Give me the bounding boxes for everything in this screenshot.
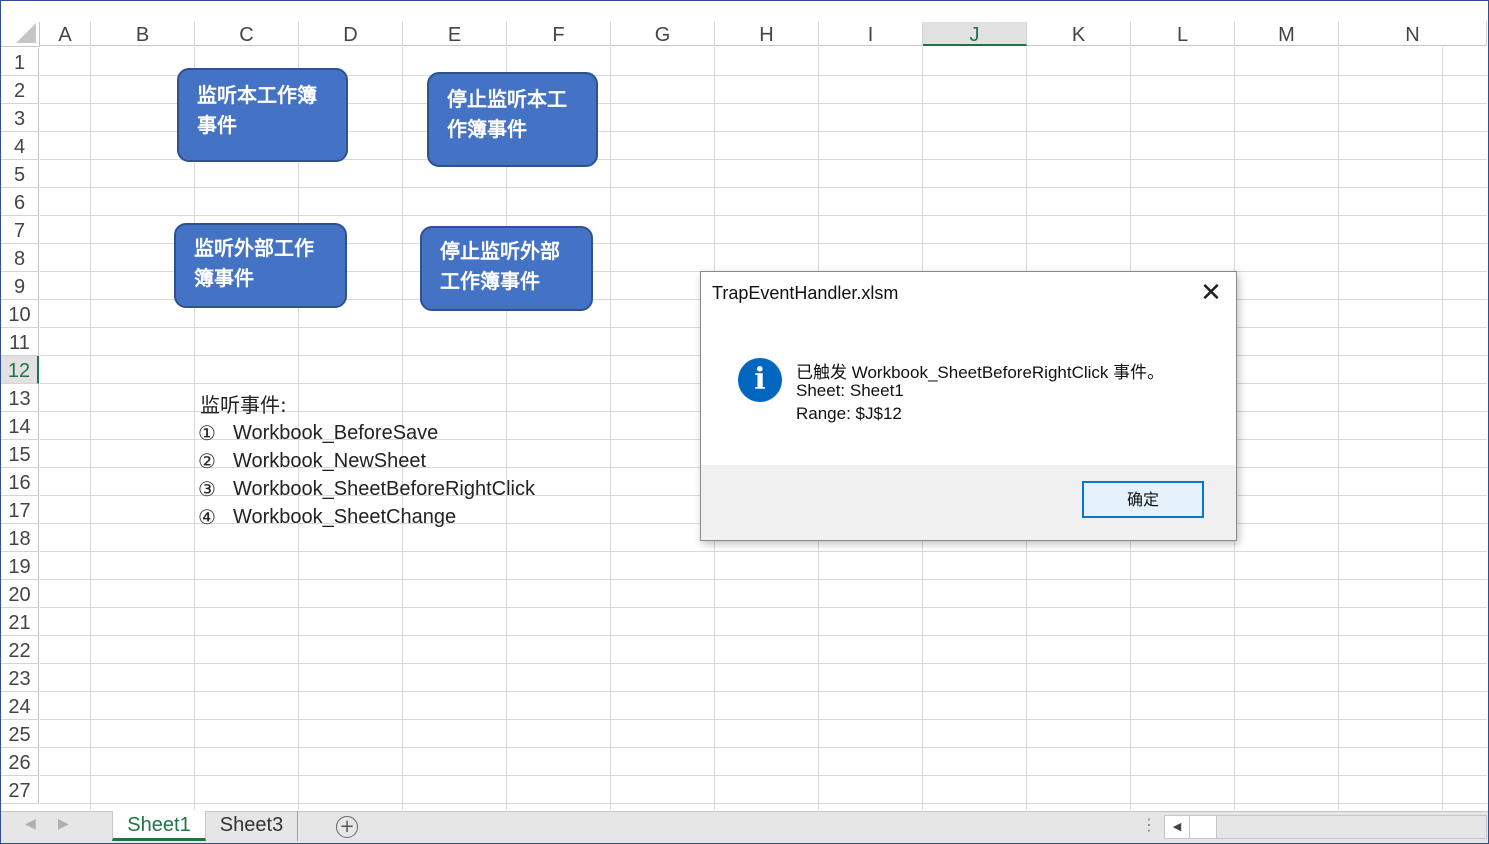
column-header[interactable]: E	[403, 22, 507, 46]
column-header[interactable]: G	[611, 22, 715, 46]
row-header[interactable]: 20	[1, 580, 39, 608]
event-number: ①	[198, 421, 216, 445]
gridline	[610, 47, 611, 810]
column-header[interactable]: B	[91, 22, 195, 46]
row-header[interactable]: 22	[1, 636, 39, 664]
scroll-tabs-left-icon[interactable]: ◀	[25, 816, 36, 832]
event-name: Workbook_SheetBeforeRightClick	[233, 478, 536, 500]
column-header[interactable]: N	[1339, 22, 1487, 46]
row-header[interactable]: 24	[1, 692, 39, 720]
info-icon: i	[738, 358, 782, 402]
event-name: Workbook_NewSheet	[233, 450, 427, 472]
scroll-tabs-right-icon[interactable]: ▶	[58, 816, 69, 832]
gridline	[40, 187, 1487, 188]
row-header[interactable]: 21	[1, 608, 39, 636]
row-header[interactable]: 17	[1, 496, 39, 524]
column-header[interactable]: H	[715, 22, 819, 46]
row-header[interactable]: 15	[1, 440, 39, 468]
column-header[interactable]: C	[195, 22, 299, 46]
close-icon[interactable]: ✕	[1194, 278, 1228, 310]
row-header[interactable]: 14	[1, 412, 39, 440]
ok-button[interactable]: 确定	[1082, 481, 1204, 518]
gridline	[40, 691, 1487, 692]
row-header[interactable]: 13	[1, 384, 39, 412]
gridline	[40, 215, 1487, 216]
horizontal-scrollbar[interactable]: ◀	[1164, 815, 1487, 839]
events-heading: 监听事件:	[200, 393, 287, 417]
row-header[interactable]: 10	[1, 300, 39, 328]
row-header[interactable]: 25	[1, 720, 39, 748]
row-header[interactable]: 6	[1, 188, 39, 216]
column-header[interactable]: K	[1027, 22, 1131, 46]
gridline	[40, 551, 1487, 552]
row-header[interactable]: 3	[1, 104, 39, 132]
splitter-handle-icon[interactable]: ⋮	[1141, 815, 1157, 834]
listen-this-workbook-button[interactable]: 监听本工作簿事件	[177, 68, 348, 162]
gridline	[90, 47, 91, 810]
stop-listen-external-workbook-button[interactable]: 停止监听外部工作簿事件	[420, 226, 593, 311]
dialog-title: TrapEventHandler.xlsm	[712, 283, 899, 303]
row-header[interactable]: 19	[1, 552, 39, 580]
tab-sheet1[interactable]: Sheet1	[112, 811, 206, 841]
row-header[interactable]: 5	[1, 160, 39, 188]
event-number: ④	[198, 505, 216, 529]
column-header[interactable]: L	[1131, 22, 1235, 46]
scroll-left-icon[interactable]: ◀	[1165, 816, 1190, 838]
gridline	[40, 719, 1487, 720]
row-header[interactable]: 8	[1, 244, 39, 272]
row-header[interactable]: 27	[1, 776, 39, 804]
tab-sheet3[interactable]: Sheet3	[206, 811, 298, 841]
column-header[interactable]: F	[507, 22, 611, 46]
column-header[interactable]: M	[1235, 22, 1339, 46]
gridline	[1338, 47, 1339, 810]
gridline	[40, 803, 1487, 804]
column-header[interactable]: A	[40, 22, 91, 46]
row-header[interactable]: 23	[1, 664, 39, 692]
column-header[interactable]: I	[819, 22, 923, 46]
event-name: Workbook_BeforeSave	[233, 422, 439, 444]
gridline	[40, 663, 1487, 664]
row-header[interactable]: 16	[1, 468, 39, 496]
gridline	[40, 579, 1487, 580]
column-header[interactable]: D	[299, 22, 403, 46]
listen-external-workbook-button[interactable]: 监听外部工作簿事件	[174, 223, 347, 308]
column-header[interactable]: J	[923, 22, 1027, 46]
gridline	[40, 747, 1487, 748]
row-header[interactable]: 9	[1, 272, 39, 300]
row-header[interactable]: 26	[1, 748, 39, 776]
add-sheet-icon[interactable]: +	[336, 816, 358, 838]
row-header[interactable]: 1	[1, 48, 39, 76]
gridline	[40, 607, 1487, 608]
row-header[interactable]: 7	[1, 216, 39, 244]
event-number: ③	[198, 477, 216, 501]
event-name: Workbook_SheetChange	[233, 506, 457, 528]
gridline	[40, 635, 1487, 636]
dialog-message-line: Range: $J$12	[796, 404, 902, 423]
stop-listen-this-workbook-button[interactable]: 停止监听本工作簿事件	[427, 72, 598, 167]
scrollbar-thumb[interactable]	[1190, 816, 1217, 838]
gridline	[40, 775, 1487, 776]
dialog-message-line: Sheet: Sheet1	[796, 381, 904, 400]
row-header[interactable]: 12	[1, 356, 39, 384]
event-number: ②	[198, 449, 216, 473]
gridline	[1442, 47, 1443, 810]
dialog-message-line: 已触发 Workbook_SheetBeforeRightClick 事件。	[796, 363, 1165, 382]
message-dialog: TrapEventHandler.xlsm ✕ i 已触发 Workbook_S…	[700, 271, 1237, 541]
row-header[interactable]: 11	[1, 328, 39, 356]
row-header[interactable]: 2	[1, 76, 39, 104]
row-header[interactable]: 18	[1, 524, 39, 552]
sheet-tab-bar: ◀ ▶ Sheet1 Sheet3 + ⋮ ◀	[1, 811, 1488, 843]
row-header[interactable]: 4	[1, 132, 39, 160]
select-all-corner[interactable]	[1, 22, 40, 47]
